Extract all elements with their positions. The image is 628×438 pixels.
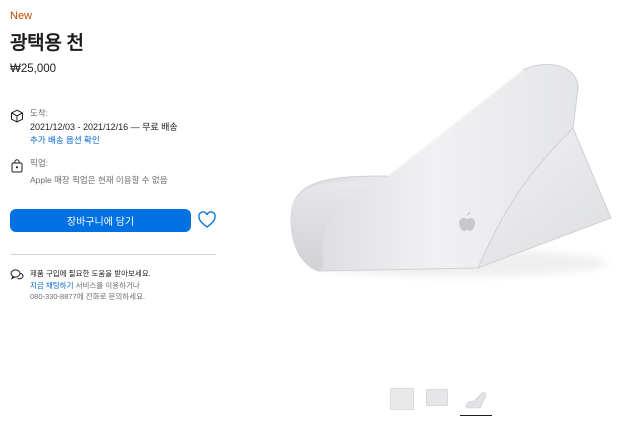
box-icon [11, 109, 23, 123]
chat-now-link[interactable]: 지금 채팅하기 [30, 281, 73, 290]
product-image [290, 63, 612, 277]
pickup-details: Apple 매장 픽업은 현재 이용할 수 없음 [30, 174, 168, 186]
thumbnail-2[interactable] [426, 389, 448, 406]
thumbnail-1[interactable] [390, 388, 414, 410]
divider [10, 254, 216, 255]
add-to-bag-button[interactable]: 장바구니에 담기 [10, 209, 191, 232]
more-delivery-options-link[interactable]: 추가 배송 옵션 확인 [30, 134, 178, 146]
image-thumbnails [390, 388, 504, 416]
product-title: 광택용 천 [10, 33, 84, 54]
help-phone-line: 080-330-8877에 전화로 문의하세요. [30, 292, 146, 301]
bag-icon [11, 159, 23, 173]
delivery-details: 2021/12/03 - 2021/12/16 — 무료 배송 추가 배송 옵션… [30, 120, 178, 146]
new-badge: New [10, 10, 33, 22]
delivery-dates: 2021/12/03 - 2021/12/16 — 무료 배송 [30, 122, 178, 132]
heart-icon[interactable] [197, 210, 217, 230]
thumbnail-3-selected[interactable] [460, 388, 492, 416]
delivery-label: 도착: [30, 108, 49, 118]
product-price: ₩25,000 [10, 63, 57, 75]
help-chat-text: 서비스를 이용하거나 [73, 281, 140, 290]
pickup-section: 픽업: [10, 157, 48, 173]
pickup-status: Apple 매장 픽업은 현재 이용할 수 없음 [30, 175, 168, 185]
product-page: New 광택용 천 ₩25,000 도착: 2021/12/03 - 2021/… [0, 0, 628, 438]
pickup-label: 픽업: [30, 158, 49, 168]
thumbnail-cloth-image [465, 392, 487, 409]
help-title: 제품 구입에 필요한 도움을 받아보세요. [30, 269, 151, 278]
chat-icon [10, 269, 24, 280]
